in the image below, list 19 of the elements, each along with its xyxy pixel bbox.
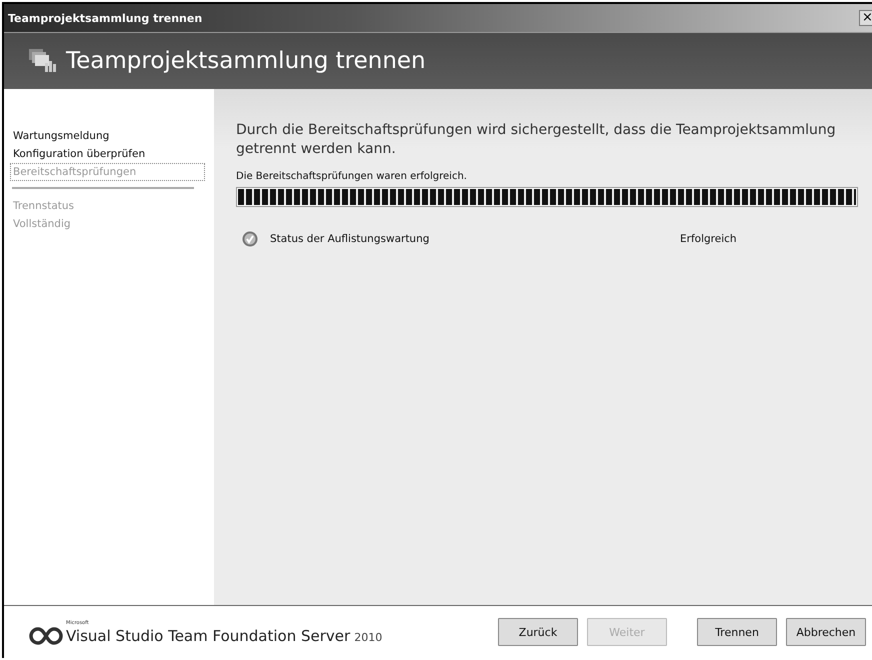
wizard-button[interactable]: Trennen — [697, 618, 777, 646]
step-item: Konfiguration überprüfen — [12, 147, 146, 162]
wizard-button[interactable]: Zurück — [498, 618, 578, 646]
product-name: Visual Studio Team Foundation Server — [66, 626, 350, 644]
window-title: Teamprojektsammlung trennen — [8, 12, 204, 24]
collection-icon — [28, 48, 58, 74]
check-result: Erfolgreich — [680, 233, 737, 245]
product-year: 2010 — [354, 630, 382, 644]
description-text: Durch die Bereitschaftsprüfungen wird sichergestellt, dass die Teamprojektsammlung getrennt werden kann. — [236, 121, 837, 159]
page-heading: Teamprojektsammlung trennen — [66, 48, 426, 74]
close-button[interactable]: × — [859, 10, 872, 26]
infinity-logo-icon — [28, 626, 64, 644]
step-item: Bereitschaftsprüfungen — [10, 163, 205, 181]
step-item: Wartungsmeldung — [12, 129, 110, 144]
check-name: Status der Auflistungswartung — [270, 233, 430, 245]
progress-label: Die Bereitschaftsprüfungen waren erfolgreich. — [236, 171, 468, 182]
wizard-button[interactable]: Abbrechen — [786, 618, 866, 646]
step-item: Vollständig — [12, 217, 72, 232]
step-item: Trennstatus — [12, 199, 75, 214]
